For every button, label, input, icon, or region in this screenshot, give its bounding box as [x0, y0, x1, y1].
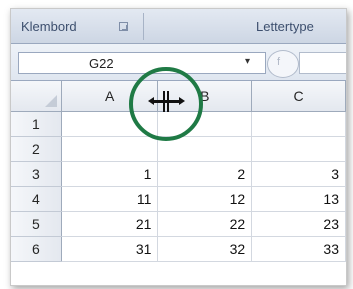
table-row: 3 1 2 3	[11, 161, 346, 187]
cell[interactable]: 33	[251, 236, 346, 262]
cell[interactable]	[251, 111, 346, 137]
column-header-c[interactable]: C	[251, 81, 346, 112]
cell[interactable]: 12	[157, 186, 253, 212]
highlight-circle	[129, 67, 203, 141]
cell[interactable]: 22	[157, 211, 253, 237]
select-all-triangle-icon	[44, 94, 57, 107]
row-header[interactable]: 5	[11, 211, 62, 237]
cell[interactable]: 2	[157, 161, 253, 187]
ribbon-group-bar: Klembord Lettertype	[11, 9, 346, 44]
ribbon-group-clipboard[interactable]: Klembord	[21, 19, 77, 34]
cell[interactable]: 11	[61, 186, 159, 212]
ribbon-group-font[interactable]: Lettertype	[256, 19, 314, 34]
cell[interactable]	[61, 136, 159, 162]
row-header[interactable]: 2	[11, 136, 62, 162]
ribbon-separator	[143, 13, 144, 40]
row-header[interactable]: 6	[11, 236, 62, 262]
row-header[interactable]: 3	[11, 161, 62, 187]
cell[interactable]: 1	[61, 161, 159, 187]
cell[interactable]: 13	[251, 186, 346, 212]
insert-function-button[interactable]: f	[267, 50, 299, 78]
cell[interactable]: 21	[61, 211, 159, 237]
dialog-launcher-icon[interactable]	[119, 22, 128, 31]
name-box[interactable]: G22 ▾	[18, 52, 266, 74]
table-row: 6 31 32 33	[11, 236, 346, 262]
excel-window: Klembord Lettertype G22 ▾ f A B C 1 2 3 …	[10, 8, 347, 286]
chevron-down-icon[interactable]: ▾	[245, 56, 250, 67]
cell[interactable]: 31	[61, 236, 159, 262]
cell[interactable]: 32	[157, 236, 253, 262]
function-icon: f	[277, 56, 281, 68]
formula-input[interactable]	[299, 52, 346, 74]
name-box-value: G22	[89, 56, 114, 71]
table-row: 2	[11, 136, 346, 162]
table-row: 4 11 12 13	[11, 186, 346, 212]
cell[interactable]	[251, 136, 346, 162]
row-header[interactable]: 1	[11, 111, 62, 137]
cell[interactable]: 23	[251, 211, 346, 237]
row-header[interactable]: 4	[11, 186, 62, 212]
cell[interactable]: 3	[251, 161, 346, 187]
table-row: 5 21 22 23	[11, 211, 346, 237]
select-all-button[interactable]	[11, 81, 62, 112]
